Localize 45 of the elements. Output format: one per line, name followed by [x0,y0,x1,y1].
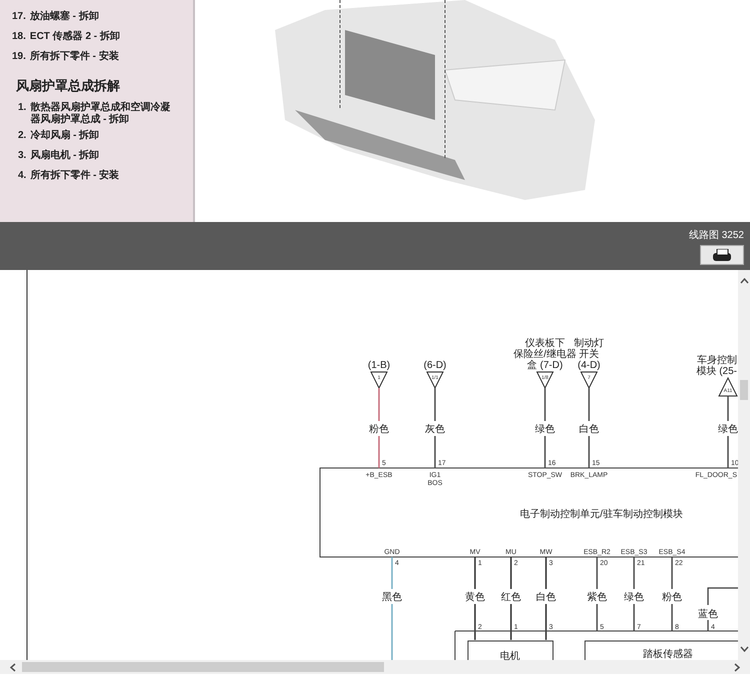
procedure-step[interactable]: 18. ECT 传感器 2 - 拆卸 [12,26,193,46]
vertical-scrollbar[interactable] [738,270,750,660]
procedure-step[interactable]: 3. 风扇电机 - 拆卸 [12,148,193,168]
procedure-step[interactable]: 2. 冷却风扇 - 拆卸 [12,128,193,148]
scroll-right-icon[interactable] [734,662,740,672]
connector-location-label: 车身控制 [697,355,737,366]
motor-label: 电机 [500,651,520,660]
horizontal-scrollbar[interactable] [0,660,750,674]
scroll-down-icon[interactable] [740,646,748,652]
wire-color-label: 红色 [501,592,521,603]
wire-color-label: 绿色 [718,424,738,435]
wire-color-label: 粉色 [369,424,389,435]
connector-location-label: 保险丝/继电器 [514,349,576,360]
connector-location-label: 盒 (7-D) [527,360,563,371]
connector-location-label: (1-B) [368,360,390,371]
connector-location-label: (4-D) [578,360,600,371]
print-button[interactable] [700,245,744,265]
diagram-title: 线路图 3252 [688,228,744,243]
wire-color-label: 黄色 [465,592,485,603]
scroll-left-icon[interactable] [10,662,16,672]
section-heading: 风扇护罩总成拆解 [15,77,121,95]
procedure-step[interactable]: 19. 所有拆下零件 - 安装 [12,46,193,66]
sensor-label: 踏板传感器 [643,649,693,660]
procedure-step[interactable]: 17. 放油螺塞 - 拆卸 [12,6,193,26]
procedure-step[interactable]: 1. 散热器风扇护罩总成和空调冷凝器风扇护罩总成 - 拆卸 [12,100,193,128]
wire-color-label: 粉色 [662,592,682,603]
procedure-step[interactable]: 4. 所有拆下零件 - 安装 [12,168,193,188]
module-label: 电子制动控制单元/驻车制动控制模块 [520,509,683,520]
connector-location-label: 开关 [579,349,599,360]
printer-icon [711,249,733,261]
wire-color-label: 绿色 [535,424,555,435]
scrollbar-thumb[interactable] [740,380,748,400]
wire-color-label: 绿色 [624,592,644,603]
connector-location-label: 仪表板下 [525,338,565,349]
wire-color-label: 黑色 [382,592,402,603]
wire-color-label: 蓝色 [698,609,718,620]
connector-location-label: 模块 (25- [696,366,737,377]
scrollbar-thumb[interactable] [22,662,384,672]
connector-location-label: 制动灯 [574,338,604,349]
wire-color-label: 紫色 [587,592,607,603]
wire-color-label: 灰色 [425,424,445,435]
connector-location-label: (6-D) [424,360,446,371]
wire-color-label: 白色 [579,424,599,435]
wire-color-label: 白色 [536,592,556,603]
scroll-up-icon[interactable] [740,278,748,284]
